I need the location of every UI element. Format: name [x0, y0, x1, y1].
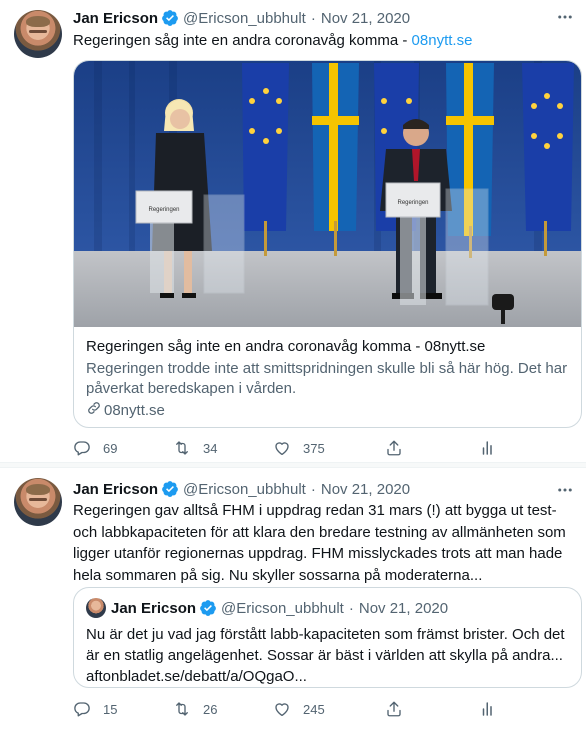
quoted-date: Nov 21, 2020	[358, 599, 449, 617]
tweet-text-body: Regeringen såg inte en andra coronavåg k…	[73, 32, 412, 49]
card-domain[interactable]: 08nytt.se	[86, 400, 165, 420]
like-count: 375	[303, 440, 325, 456]
quoted-author-handle: @Ericson_ubbhult	[221, 599, 344, 617]
podium-sign-right: Regeringen	[397, 200, 428, 206]
more-icon[interactable]	[554, 479, 576, 501]
reply-count: 69	[103, 440, 118, 456]
analytics-icon	[479, 700, 497, 718]
tweet-header: Jan Ericson @Ericson_ubbhult · Nov 21, 2…	[73, 8, 410, 28]
card-domain-label: 08nytt.se	[104, 401, 165, 419]
link-card[interactable]: Regeringen Regeringen Regeringen såg int…	[73, 60, 582, 428]
share-button[interactable]	[385, 438, 403, 458]
like-button[interactable]: 375	[273, 438, 325, 458]
tweet-date[interactable]: Nov 21, 2020	[321, 10, 410, 27]
tweet-actions: 69 34 375	[73, 438, 503, 458]
author-name[interactable]: Jan Ericson	[73, 481, 158, 498]
analytics-button[interactable]	[479, 438, 497, 458]
reply-button[interactable]: 69	[73, 438, 117, 458]
retweet-button[interactable]: 26	[173, 699, 217, 719]
card-description: Regeringen trodde inte att smittspridnin…	[86, 360, 568, 397]
tweet-text: Regeringen såg inte en andra coronavåg k…	[73, 31, 573, 51]
quoted-text: Nu är det ju vad jag förstått labb-kapac…	[86, 626, 565, 685]
share-icon	[385, 439, 403, 457]
retweet-count: 34	[203, 440, 218, 456]
quoted-avatar[interactable]	[86, 598, 106, 618]
card-title[interactable]: Regeringen såg inte en andra coronavåg k…	[86, 338, 485, 355]
quoted-header: Jan Ericson @Ericson_ubbhult · Nov 21, 2…	[111, 598, 448, 618]
tweet-text-link[interactable]: 08nytt.se	[412, 32, 473, 49]
verified-badge-icon	[161, 480, 179, 498]
like-count: 245	[303, 701, 325, 717]
reply-button[interactable]: 15	[73, 699, 117, 719]
link-icon	[86, 400, 104, 420]
avatar[interactable]	[14, 10, 62, 58]
like-button[interactable]: 245	[273, 699, 325, 719]
retweet-button[interactable]: 34	[173, 438, 217, 458]
analytics-icon	[479, 439, 497, 457]
reply-icon	[73, 439, 91, 457]
tweet-date[interactable]: Nov 21, 2020	[321, 481, 410, 498]
tweet-header: Jan Ericson @Ericson_ubbhult · Nov 21, 2…	[73, 479, 410, 499]
tweet-1[interactable]: Jan Ericson @Ericson_ubbhult · Nov 21, 2…	[0, 0, 586, 462]
share-icon	[385, 700, 403, 718]
tweet-actions: 15 26 245	[73, 699, 503, 719]
quoted-author-name: Jan Ericson	[111, 599, 197, 617]
verified-badge-icon	[161, 9, 179, 27]
author-name[interactable]: Jan Ericson	[73, 10, 158, 27]
reply-count: 15	[103, 701, 118, 717]
separator-dot: ·	[310, 480, 316, 498]
analytics-button[interactable]	[479, 699, 497, 719]
tweet-text: Regeringen gav alltså FHM i uppdrag reda…	[73, 502, 566, 584]
quoted-tweet[interactable]: Jan Ericson @Ericson_ubbhult · Nov 21, 2…	[73, 587, 582, 688]
verified-badge-icon	[199, 599, 217, 617]
share-button[interactable]	[385, 699, 403, 719]
author-handle[interactable]: @Ericson_ubbhult	[183, 10, 306, 27]
separator-dot: ·	[348, 599, 354, 617]
avatar[interactable]	[14, 478, 62, 526]
podium-sign-left: Regeringen	[148, 207, 179, 213]
retweet-icon	[173, 700, 191, 718]
more-icon[interactable]	[554, 6, 576, 28]
like-icon	[273, 439, 291, 457]
retweet-icon	[173, 439, 191, 457]
retweet-count: 26	[203, 701, 218, 717]
like-icon	[273, 700, 291, 718]
card-image[interactable]: Regeringen Regeringen	[74, 61, 581, 327]
reply-icon	[73, 700, 91, 718]
author-handle[interactable]: @Ericson_ubbhult	[183, 481, 306, 498]
separator-dot: ·	[310, 9, 316, 27]
